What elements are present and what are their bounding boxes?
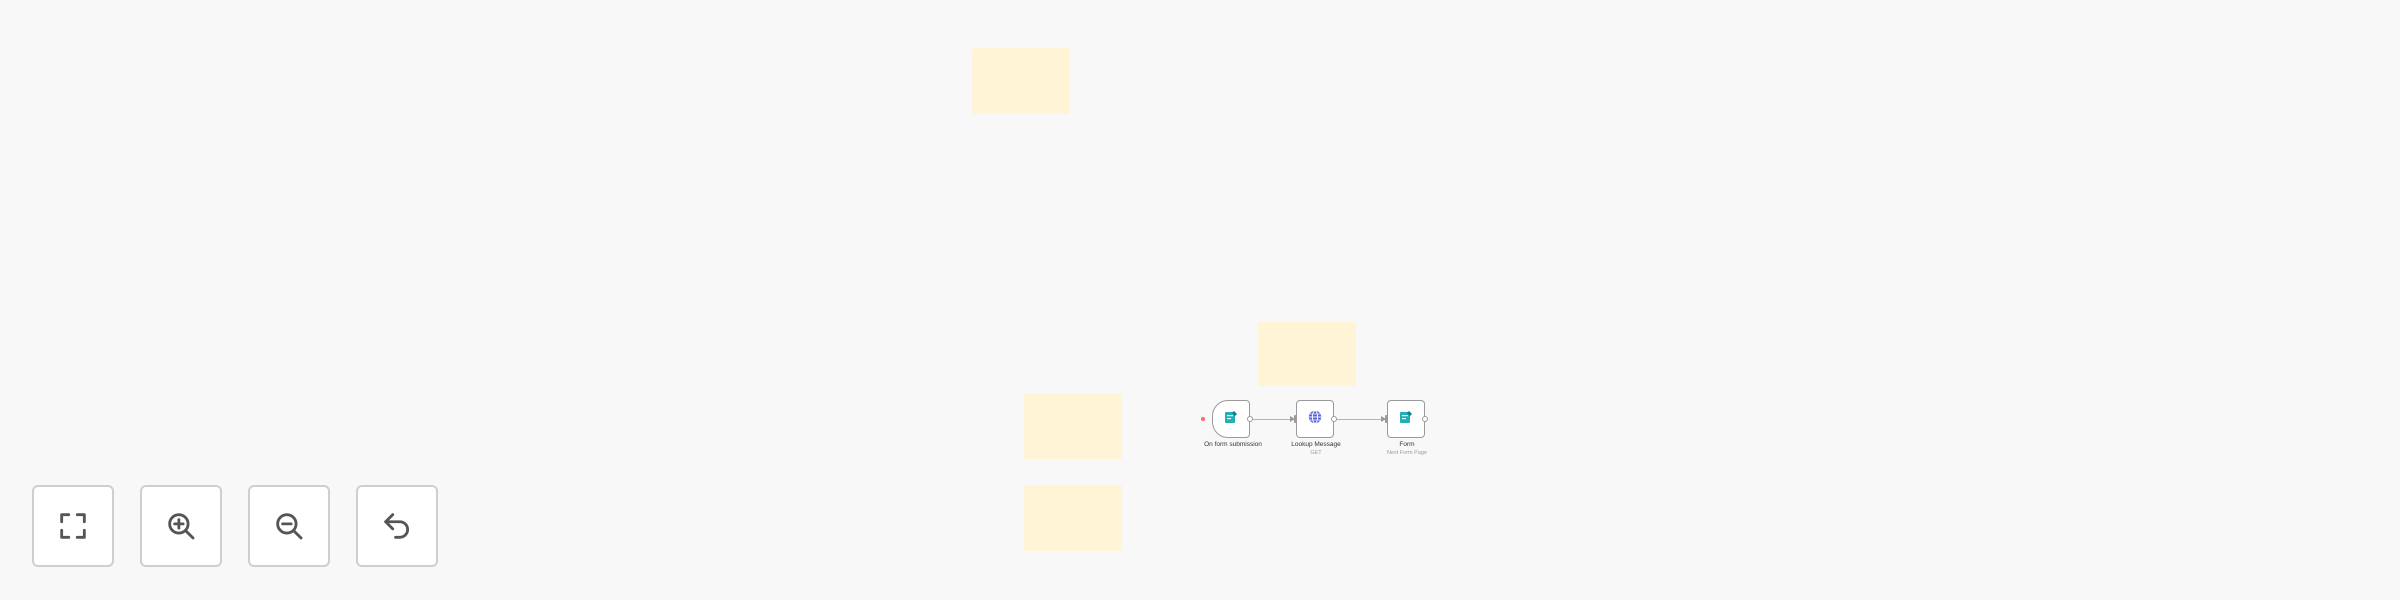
connection-edge[interactable] xyxy=(1337,418,1386,420)
sticky-note[interactable] xyxy=(1024,485,1122,551)
connection-edge[interactable] xyxy=(1253,418,1295,420)
zoom-out-icon xyxy=(276,513,303,540)
trigger-indicator-icon xyxy=(1201,417,1205,421)
node-label: Lookup Message xyxy=(1291,441,1341,448)
workflow-canvas[interactable]: On form submission Lookup Message GET Fo… xyxy=(0,0,2400,600)
workflow-node-http[interactable] xyxy=(1296,400,1334,438)
sticky-note[interactable] xyxy=(1024,393,1122,459)
form-icon xyxy=(1223,409,1239,430)
globe-icon xyxy=(1307,409,1323,430)
undo-icon xyxy=(384,513,409,539)
node-subtitle: Next Form Page xyxy=(1386,450,1428,456)
node-label: Form xyxy=(1399,441,1415,448)
zoom-out-button[interactable] xyxy=(248,485,330,567)
workflow-node-trigger[interactable] xyxy=(1212,400,1250,438)
node-subtitle: GET xyxy=(1310,450,1322,456)
sticky-note[interactable] xyxy=(1258,322,1356,386)
node-output-handle[interactable] xyxy=(1422,416,1428,422)
zoom-in-button[interactable] xyxy=(140,485,222,567)
sticky-note[interactable] xyxy=(972,48,1070,114)
fit-view-icon xyxy=(60,513,86,539)
zoom-in-icon xyxy=(168,513,195,540)
workflow-node-form[interactable] xyxy=(1387,400,1425,438)
undo-button[interactable] xyxy=(356,485,438,567)
node-label: On form submission xyxy=(1204,441,1262,448)
form-icon xyxy=(1398,409,1414,430)
zoom-to-fit-button[interactable] xyxy=(32,485,114,567)
